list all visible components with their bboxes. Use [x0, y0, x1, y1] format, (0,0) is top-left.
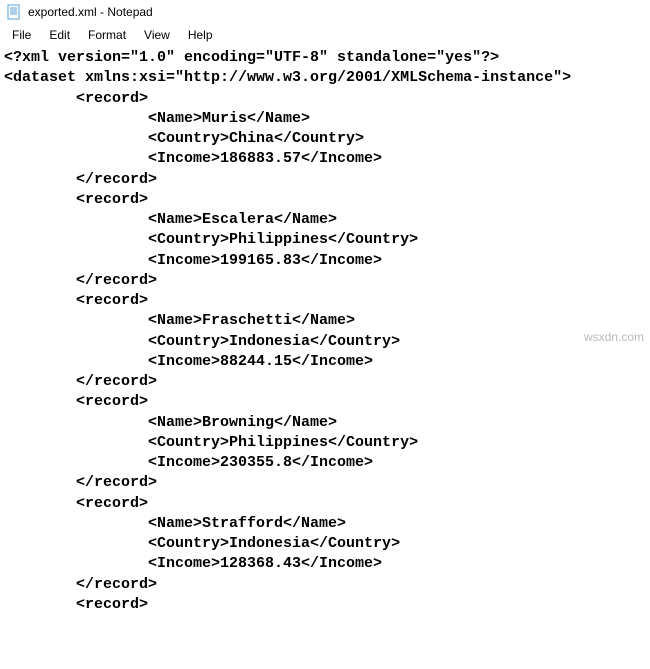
- notepad-icon: [6, 4, 22, 20]
- menu-help[interactable]: Help: [180, 26, 221, 44]
- menu-edit[interactable]: Edit: [41, 26, 78, 44]
- text-editor-content[interactable]: <?xml version="1.0" encoding="UTF-8" sta…: [0, 46, 650, 617]
- watermark: wsxdn.com: [584, 330, 644, 344]
- window-title: exported.xml - Notepad: [28, 5, 153, 19]
- menubar: File Edit Format View Help: [0, 24, 650, 46]
- menu-format[interactable]: Format: [80, 26, 134, 44]
- menu-file[interactable]: File: [4, 26, 39, 44]
- menu-view[interactable]: View: [136, 26, 178, 44]
- titlebar: exported.xml - Notepad: [0, 0, 650, 24]
